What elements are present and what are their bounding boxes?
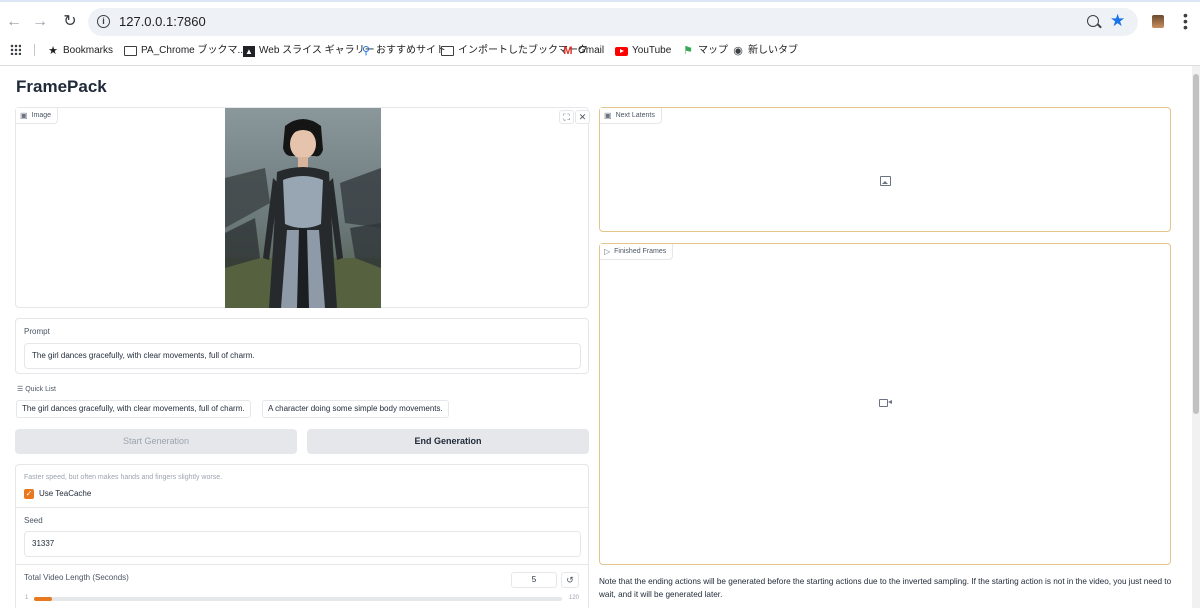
image-icon: ▣: [20, 111, 28, 120]
quick-list-title: Quick List: [25, 386, 56, 393]
video-icon: ▷: [604, 247, 611, 256]
finished-frames-tag: ▷ Finished Frames: [600, 244, 674, 260]
next-latents-tag: ▣ Next Latents: [600, 108, 662, 124]
image-label-tag: ▣ Image: [16, 108, 59, 124]
quick-list-item[interactable]: The girl dances gracefully, with clear m…: [16, 400, 251, 418]
bookmark-label: Web スライス ギャラリー: [259, 45, 375, 56]
folder-icon: [441, 46, 454, 56]
back-arrow-icon[interactable]: ←: [2, 10, 26, 34]
bookmarks-divider: [34, 44, 35, 56]
bookmark-maps[interactable]: ⚑ マップ: [682, 43, 728, 59]
divider: [16, 564, 588, 565]
prompt-label: Prompt: [24, 327, 50, 336]
quick-list-item[interactable]: A character doing some simple body movem…: [262, 400, 449, 418]
start-generation-button[interactable]: Start Generation: [15, 429, 297, 454]
video-length-number-input[interactable]: 5: [511, 572, 557, 588]
bookmark-star-icon[interactable]: ★: [1110, 11, 1125, 31]
kebab-menu-icon[interactable]: • • •: [1183, 8, 1188, 34]
bookmark-web-slice[interactable]: ▲ Web スライス ギャラリー: [243, 43, 375, 59]
reset-icon[interactable]: ↺: [561, 572, 579, 588]
slider-fill[interactable]: [34, 597, 53, 601]
slider-min-label: 1: [25, 595, 29, 601]
next-latents-panel: ▣ Next Latents: [599, 107, 1171, 232]
seed-label: Seed: [24, 516, 43, 525]
bookmark-label: YouTube: [632, 45, 672, 56]
bookmark-label: おすすめサイト: [376, 45, 446, 56]
image-icon: ▣: [604, 111, 612, 120]
bookmark-bookmarks[interactable]: ★ Bookmarks: [47, 43, 113, 59]
prompt-input[interactable]: The girl dances gracefully, with clear m…: [24, 343, 581, 369]
search-icon: ⚲: [361, 44, 371, 57]
star-icon: ★: [48, 44, 58, 57]
bookmark-gmail[interactable]: M Gmail: [562, 43, 604, 59]
browser-toolbar: ← → ↻ i 127.0.0.1:7860 ★ • • •: [0, 0, 1200, 40]
video-length-label: Total Video Length (Seconds): [24, 573, 129, 582]
bookmark-label: PA_Chrome ブックマ...: [141, 45, 246, 56]
zoom-icon[interactable]: [1087, 15, 1099, 27]
teacache-label[interactable]: Use TeaCache: [39, 489, 91, 498]
bookmark-label: Bookmarks: [63, 45, 114, 56]
site-info-icon[interactable]: i: [97, 15, 110, 28]
address-bar[interactable]: i 127.0.0.1:7860: [88, 8, 1138, 36]
teacache-hint: Faster speed, but often makes hands and …: [24, 474, 223, 481]
forward-arrow-icon[interactable]: →: [28, 10, 52, 34]
apps-grid-icon[interactable]: [10, 44, 21, 55]
url-text[interactable]: 127.0.0.1:7860: [119, 14, 206, 29]
slider-max-label: 120: [569, 595, 580, 601]
fullscreen-icon[interactable]: ⛶: [559, 110, 574, 124]
maps-icon: ⚑: [683, 44, 693, 57]
divider: [16, 507, 588, 508]
bookmark-new-tab[interactable]: ◉ 新しいタブ: [732, 43, 798, 59]
next-latents-label: Next Latents: [615, 112, 655, 119]
bookmark-label: 新しいタブ: [748, 45, 798, 56]
portrait-photo: [225, 108, 381, 308]
bookmarks-bar: ★ Bookmarks PA_Chrome ブックマ... ▲ Web スライス…: [0, 40, 1200, 66]
settings-panel: Faster speed, but often makes hands and …: [15, 464, 589, 608]
quick-list-label: ☰ Quick List: [17, 385, 56, 393]
page-title: FramePack: [16, 77, 107, 96]
gmail-icon: M: [563, 44, 573, 57]
end-generation-button[interactable]: End Generation: [307, 429, 589, 454]
bookmark-label: マップ: [698, 45, 728, 56]
web-slice-icon: ▲: [243, 45, 255, 57]
uploaded-image: [225, 108, 381, 308]
globe-icon: ◉: [733, 44, 743, 57]
list-icon: ☰: [17, 386, 24, 393]
video-placeholder-icon: [879, 399, 892, 407]
video-length-slider[interactable]: [34, 597, 562, 601]
bookmark-pa-chrome[interactable]: PA_Chrome ブックマ...: [124, 43, 246, 59]
close-icon[interactable]: ✕: [575, 110, 590, 124]
page-scrollbar[interactable]: [1192, 66, 1200, 608]
youtube-icon: [615, 46, 628, 56]
prompt-panel: Prompt The girl dances gracefully, with …: [15, 318, 589, 374]
bookmark-youtube[interactable]: YouTube: [615, 43, 671, 59]
image-label: Image: [31, 112, 52, 119]
reload-icon[interactable]: ↻: [58, 10, 82, 34]
bookmark-label: Gmail: [578, 45, 605, 56]
profile-avatar[interactable]: [1152, 15, 1164, 28]
folder-icon: [124, 46, 137, 56]
teacache-checkbox[interactable]: ✓: [24, 489, 34, 499]
sampling-note: Note that the ending actions will be gen…: [599, 577, 1172, 599]
finished-frames-panel: ▷ Finished Frames: [599, 243, 1171, 565]
seed-input[interactable]: 31337: [24, 531, 581, 557]
scrollbar-thumb[interactable]: [1193, 74, 1199, 414]
bookmark-recommended[interactable]: ⚲ おすすめサイト: [360, 43, 446, 59]
finished-frames-label: Finished Frames: [614, 248, 667, 255]
image-placeholder-icon: [880, 176, 891, 186]
image-upload-panel[interactable]: ▣ Image ⛶ ✕: [15, 107, 590, 308]
